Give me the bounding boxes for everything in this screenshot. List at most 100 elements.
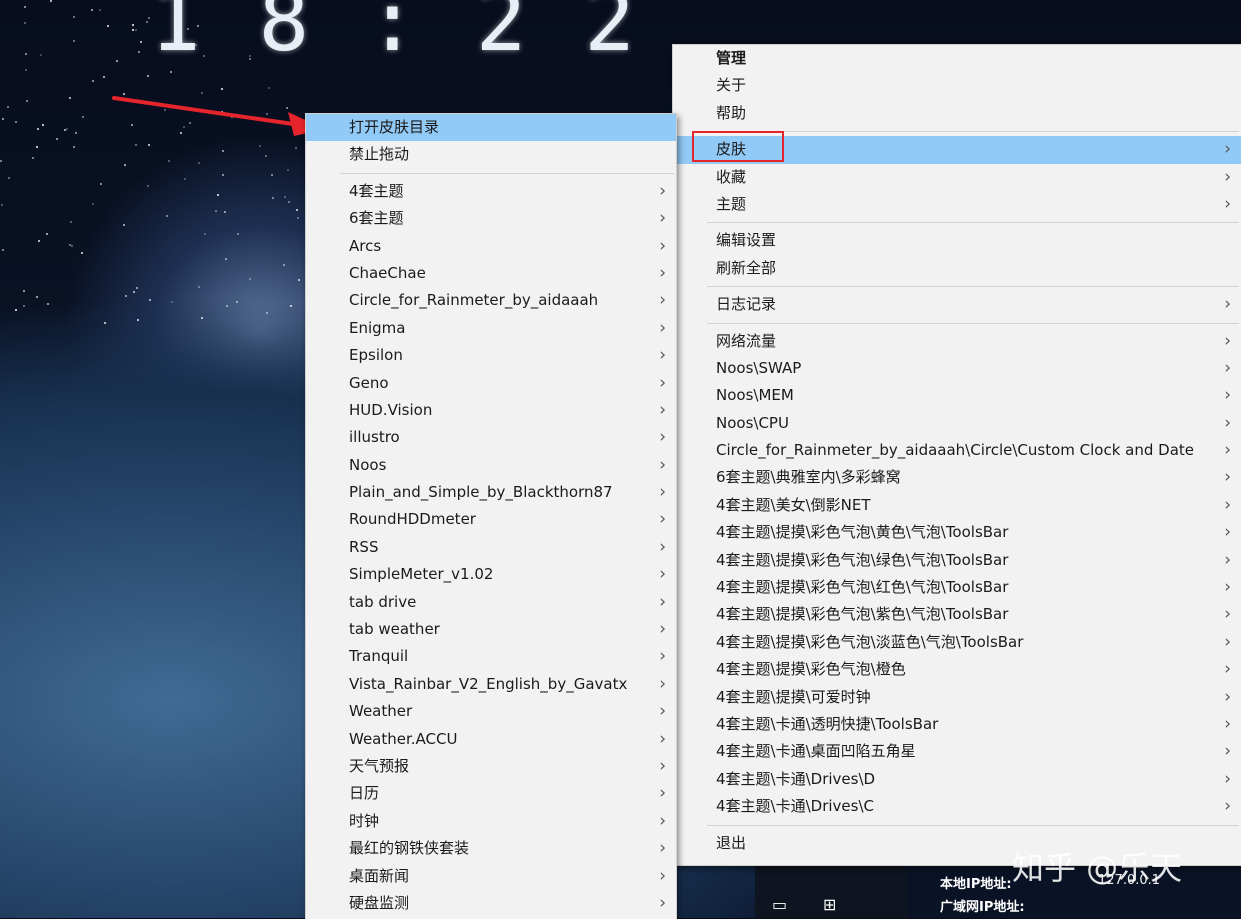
- chevron-right-icon: ›: [659, 372, 666, 393]
- chevron-right-icon: ›: [1224, 139, 1231, 160]
- menu-item-item-9[interactable]: 刷新全部: [673, 255, 1241, 282]
- menu-item-roundhddmeter-15[interactable]: RoundHDDmeter ›: [306, 506, 676, 533]
- chevron-right-icon: ›: [659, 482, 666, 503]
- star: [184, 178, 186, 180]
- menu-item-item-6[interactable]: 主题 ›: [673, 191, 1241, 218]
- menu-item-4-toolsbar-24[interactable]: 4套主题\提摸\彩色气泡\淡蓝色\气泡\ToolsBar ›: [673, 629, 1241, 656]
- menu-item-4-toolsbar-27[interactable]: 4套主题\卡通\透明快捷\ToolsBar ›: [673, 711, 1241, 738]
- menu-item-chaechae-6[interactable]: ChaeChae ›: [306, 260, 676, 287]
- menu-item-noos-13[interactable]: Noos ›: [306, 452, 676, 479]
- menu-item-item-29[interactable]: 硬盘监测 ›: [306, 890, 676, 917]
- star: [237, 233, 239, 235]
- menu-item-label: Noos: [349, 455, 387, 474]
- menu-item-4-toolsbar-20[interactable]: 4套主题\提摸\彩色气泡\黄色\气泡\ToolsBar ›: [673, 519, 1241, 546]
- menu-item-4-26[interactable]: 4套主题\提摸\可爱时钟 ›: [673, 684, 1241, 711]
- windows-start-icon[interactable]: ⊞: [823, 895, 836, 914]
- menu-item-6-18[interactable]: 6套主题\典雅室内\多彩蜂窝 ›: [673, 464, 1241, 491]
- network-widget-icon[interactable]: ▭: [772, 895, 787, 914]
- chevron-right-icon: ›: [1224, 659, 1231, 680]
- menu-item-4-drives-c-30[interactable]: 4套主题\卡通\Drives\C ›: [673, 793, 1241, 820]
- menu-item-item-1[interactable]: 关于: [673, 72, 1241, 99]
- menu-item-noos-cpu-16[interactable]: Noos\CPU ›: [673, 410, 1241, 437]
- menu-item-noos-mem-15[interactable]: Noos\MEM ›: [673, 382, 1241, 409]
- chevron-right-icon: ›: [659, 838, 666, 859]
- menu-item-noos-swap-14[interactable]: Noos\SWAP ›: [673, 355, 1241, 382]
- menu-item-label: Plain_and_Simple_by_Blackthorn87: [349, 483, 613, 502]
- menu-item-item-13[interactable]: 网络流量 ›: [673, 328, 1241, 355]
- star: [287, 169, 289, 171]
- menu-item-label: tab drive: [349, 592, 417, 611]
- menu-item-circle-for-rainmeter-by-aidaaah-7[interactable]: Circle_for_Rainmeter_by_aidaaah ›: [306, 287, 676, 314]
- menu-item-4-toolsbar-21[interactable]: 4套主题\提摸\彩色气泡\绿色\气泡\ToolsBar ›: [673, 547, 1241, 574]
- menu-item-geno-10[interactable]: Geno ›: [306, 370, 676, 397]
- menu-item-4-toolsbar-22[interactable]: 4套主题\提摸\彩色气泡\红色\气泡\ToolsBar ›: [673, 574, 1241, 601]
- menu-item-4-25[interactable]: 4套主题\提摸\彩色气泡\橙色 ›: [673, 656, 1241, 683]
- menu-item-illustro-12[interactable]: illustro ›: [306, 424, 676, 451]
- menu-item-4-toolsbar-23[interactable]: 4套主题\提摸\彩色气泡\紫色\气泡\ToolsBar ›: [673, 601, 1241, 628]
- star: [7, 106, 9, 108]
- menu-separator: [707, 131, 1239, 133]
- menu-item-item-0[interactable]: 管理: [673, 45, 1241, 72]
- menu-item-tranquil-20[interactable]: Tranquil ›: [306, 643, 676, 670]
- menu-item-item-8[interactable]: 编辑设置: [673, 227, 1241, 254]
- menu-item-weather-22[interactable]: Weather ›: [306, 698, 676, 725]
- star: [103, 76, 105, 78]
- menu-separator: [707, 286, 1239, 288]
- star: [0, 160, 2, 162]
- star: [56, 138, 58, 140]
- menu-item-vista-rainbar-v2-english-by-gavatx-21[interactable]: Vista_Rainbar_V2_English_by_Gavatx ›: [306, 671, 676, 698]
- wan-ip-label: 广域网IP地址:: [940, 900, 1025, 915]
- menu-item-label: 硬盘监测: [349, 893, 410, 912]
- star: [135, 29, 137, 31]
- star: [2, 249, 4, 251]
- menu-item-label: 主题: [716, 194, 747, 213]
- menu-item-4-28[interactable]: 4套主题\卡通\桌面凹陷五角星 ›: [673, 738, 1241, 765]
- menu-item-tab-weather-19[interactable]: tab weather ›: [306, 616, 676, 643]
- star: [222, 174, 224, 176]
- menu-item-simplemeter-v1-02-17[interactable]: SimpleMeter_v1.02 ›: [306, 561, 676, 588]
- menu-item-rss-16[interactable]: RSS ›: [306, 534, 676, 561]
- star: [69, 97, 71, 99]
- menu-item-item-11[interactable]: 日志记录 ›: [673, 291, 1241, 318]
- chevron-right-icon: ›: [659, 619, 666, 640]
- menu-item-hud-vision-11[interactable]: HUD.Vision ›: [306, 397, 676, 424]
- menu-item-item-25[interactable]: 日历 ›: [306, 780, 676, 807]
- chevron-right-icon: ›: [659, 235, 666, 256]
- star: [298, 279, 300, 281]
- menu-item-4-3[interactable]: 4套主题 ›: [306, 178, 676, 205]
- menu-item-item-24[interactable]: 天气预报 ›: [306, 753, 676, 780]
- star: [215, 210, 217, 212]
- menu-item-enigma-8[interactable]: Enigma ›: [306, 315, 676, 342]
- menu-item-label: Noos\SWAP: [716, 358, 802, 377]
- menu-item-item-1[interactable]: 禁止拖动: [306, 141, 676, 168]
- menu-item-label: 最红的钢铁侠套装: [349, 839, 470, 858]
- menu-item-tab-drive-18[interactable]: tab drive ›: [306, 589, 676, 616]
- menu-item-label: tab weather: [349, 620, 440, 639]
- menu-item-weather-accu-23[interactable]: Weather.ACCU ›: [306, 726, 676, 753]
- menu-item-item-27[interactable]: 最红的钢铁侠套装 ›: [306, 835, 676, 862]
- menu-item-item-28[interactable]: 桌面新闻 ›: [306, 863, 676, 890]
- menu-item-6-4[interactable]: 6套主题 ›: [306, 205, 676, 232]
- menu-item-4-drives-d-29[interactable]: 4套主题\卡通\Drives\D ›: [673, 766, 1241, 793]
- menu-item-4-net-19[interactable]: 4套主题\美女\倒影NET ›: [673, 492, 1241, 519]
- star: [288, 201, 290, 203]
- local-ip-label: 本地IP地址:: [940, 877, 1012, 892]
- chevron-right-icon: ›: [1224, 768, 1231, 789]
- menu-item-item-0[interactable]: 打开皮肤目录: [306, 114, 676, 142]
- menu-item-label: RSS: [349, 537, 379, 556]
- menu-item-epsilon-9[interactable]: Epsilon ›: [306, 342, 676, 369]
- menu-item-label: 4套主题\提摸\彩色气泡\淡蓝色\气泡\ToolsBar: [716, 632, 1024, 651]
- star: [224, 211, 226, 213]
- chevron-right-icon: ›: [659, 317, 666, 338]
- menu-item-item-26[interactable]: 时钟 ›: [306, 808, 676, 835]
- menu-item-item-5[interactable]: 收藏 ›: [673, 164, 1241, 191]
- chevron-right-icon: ›: [659, 427, 666, 448]
- chevron-right-icon: ›: [1224, 549, 1231, 570]
- menu-item-arcs-5[interactable]: Arcs ›: [306, 233, 676, 260]
- menu-item-plain-and-simple-by-blackthorn87-14[interactable]: Plain_and_Simple_by_Blackthorn87 ›: [306, 479, 676, 506]
- menu-item-item-2[interactable]: 帮助: [673, 100, 1241, 127]
- menu-item-circle-for-rainmeter-by-aidaaah-circle-custom-clock-and-date-17[interactable]: Circle_for_Rainmeter_by_aidaaah\Circle\C…: [673, 437, 1241, 464]
- star: [236, 301, 238, 303]
- chevron-right-icon: ›: [1224, 604, 1231, 625]
- chevron-right-icon: ›: [1224, 577, 1231, 598]
